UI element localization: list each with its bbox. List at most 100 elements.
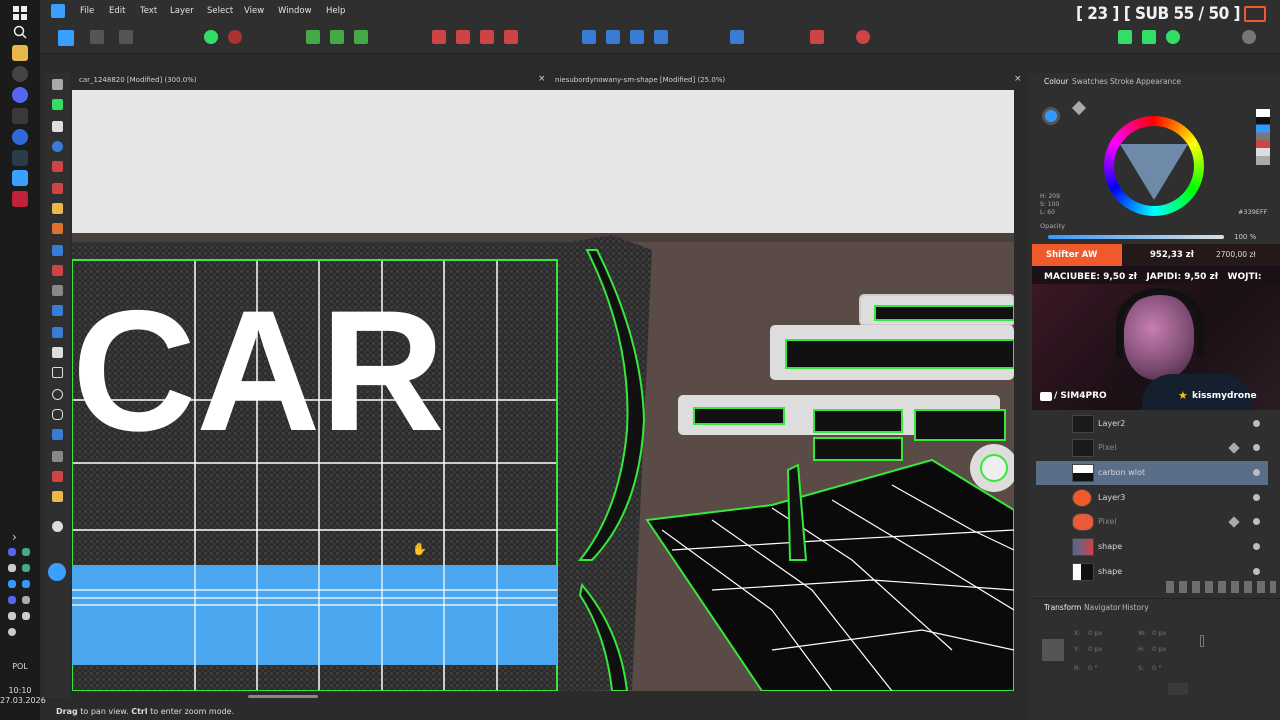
chevron-icon[interactable]: ›: [12, 530, 28, 546]
discord-icon[interactable]: [12, 87, 28, 103]
snapping-icon[interactable]: [228, 30, 242, 44]
volume-icon[interactable]: [22, 612, 30, 620]
menu-select[interactable]: Select: [207, 6, 233, 16]
move-tool-icon[interactable]: [52, 79, 63, 90]
text-tool-icon[interactable]: [52, 451, 63, 462]
menu-edit[interactable]: Edit: [109, 6, 125, 16]
menu-file[interactable]: File: [80, 6, 94, 16]
x-field[interactable]: 0 px: [1088, 629, 1102, 637]
system-clock[interactable]: 10:10 27.03.2026: [0, 686, 46, 706]
insert-icon-2[interactable]: [330, 30, 344, 44]
ellipse-tool-icon[interactable]: [52, 389, 63, 400]
tray-icon-6[interactable]: [22, 580, 30, 588]
layer-row[interactable]: Layer3: [1036, 486, 1268, 510]
crop-tool-icon[interactable]: [52, 347, 63, 358]
layer-visibility-icon[interactable]: [1253, 469, 1260, 476]
eyedropper-icon[interactable]: [1071, 100, 1087, 116]
tray-icon-2[interactable]: [22, 548, 30, 556]
tray-icon-9[interactable]: [8, 628, 16, 636]
pixel-persona-icon[interactable]: [90, 30, 104, 44]
layer-visibility-icon[interactable]: [1253, 420, 1260, 427]
fill-color-swatch[interactable]: [48, 563, 66, 581]
anchor-point-selector[interactable]: [1042, 639, 1064, 661]
menu-layer[interactable]: Layer: [170, 6, 194, 16]
layer-row-selected[interactable]: carbon wlot: [1036, 461, 1268, 485]
pen-tool-icon[interactable]: [52, 161, 63, 172]
tab-car-document[interactable]: car_1248820 [Modified] (300.0%): [79, 76, 197, 84]
tray-icon-5[interactable]: [8, 580, 16, 588]
align-icon[interactable]: [730, 30, 744, 44]
pixel-tool-icon[interactable]: [52, 285, 63, 296]
layer-visibility-icon[interactable]: [1253, 568, 1260, 575]
boolean-add-icon[interactable]: [432, 30, 446, 44]
place-image-icon[interactable]: [52, 327, 63, 338]
search-icon[interactable]: [12, 24, 28, 40]
tab-transform[interactable]: Transform: [1044, 603, 1081, 612]
insert-icon-3[interactable]: [354, 30, 368, 44]
designer-persona-icon[interactable]: [58, 30, 74, 46]
swatch-palette[interactable]: [1256, 109, 1270, 165]
windows-start-icon[interactable]: [12, 5, 28, 21]
tab-colour[interactable]: Colour: [1044, 77, 1068, 86]
fill-stroke-swatch[interactable]: [1042, 107, 1060, 125]
export-persona-icon[interactable]: [119, 30, 133, 44]
tab-swatches[interactable]: Swatches: [1072, 77, 1108, 86]
hex-value[interactable]: #339EFF: [1238, 208, 1267, 216]
artboard-tool-icon[interactable]: [52, 99, 63, 110]
brush-icon[interactable]: [1228, 442, 1240, 454]
layer-row[interactable]: Layer2: [1036, 412, 1268, 436]
layer-row[interactable]: Pixel: [1036, 436, 1268, 460]
layer-row[interactable]: Pixel: [1036, 510, 1268, 534]
snapping-toggle-icon[interactable]: [856, 30, 870, 44]
layer-visibility-icon[interactable]: [1253, 543, 1260, 550]
vector-brush-icon[interactable]: [52, 265, 63, 276]
network-icon[interactable]: [8, 612, 16, 620]
transparency-tool-icon[interactable]: [52, 305, 63, 316]
account-icon[interactable]: [1242, 30, 1256, 44]
transform-icon[interactable]: [810, 30, 824, 44]
quick-icon-1[interactable]: [1118, 30, 1132, 44]
app-icon-4[interactable]: [12, 150, 28, 166]
tab-navigator[interactable]: Navigator: [1084, 603, 1121, 612]
quick-icon-2[interactable]: [1142, 30, 1156, 44]
r-field[interactable]: 0 °: [1088, 664, 1097, 672]
color-picker-icon[interactable]: [52, 471, 63, 482]
brush-icon[interactable]: [1228, 516, 1240, 528]
measure-tool-icon[interactable]: [52, 491, 63, 502]
file-explorer-icon[interactable]: [12, 45, 28, 61]
app-icon-5[interactable]: [12, 191, 28, 207]
h-field[interactable]: 0 px: [1152, 645, 1166, 653]
tab-stroke[interactable]: Stroke: [1110, 77, 1134, 86]
brush-tool-icon[interactable]: [52, 203, 63, 214]
fill-tool-icon[interactable]: [52, 223, 63, 234]
menu-window[interactable]: Window: [278, 6, 312, 16]
rounded-rect-tool-icon[interactable]: [52, 409, 63, 420]
colour-triangle[interactable]: [1120, 144, 1188, 200]
language-indicator[interactable]: POL: [0, 662, 40, 671]
opacity-slider[interactable]: [1048, 235, 1224, 239]
tray-icon-7[interactable]: [8, 596, 16, 604]
pencil-tool-icon[interactable]: [52, 183, 63, 194]
zoom-tool-icon[interactable]: [52, 521, 63, 532]
close-tab-icon-2[interactable]: ×: [1014, 74, 1022, 84]
node-tool-icon[interactable]: [52, 121, 63, 132]
close-tab-icon[interactable]: ×: [538, 74, 546, 84]
tab-appearance[interactable]: Appearance: [1136, 77, 1181, 86]
layer-row[interactable]: shape: [1036, 535, 1268, 559]
arrange-forward-icon[interactable]: [630, 30, 644, 44]
y-field[interactable]: 0 px: [1088, 645, 1102, 653]
gradient-tool-icon[interactable]: [52, 245, 63, 256]
quick-icon-3[interactable]: [1166, 30, 1180, 44]
horizontal-scrollbar[interactable]: [72, 691, 1014, 702]
menu-text[interactable]: Text: [140, 6, 157, 16]
transform-options-icon[interactable]: [1168, 683, 1188, 695]
tray-icon-8[interactable]: [22, 596, 30, 604]
document-canvas[interactable]: CAR ✋: [72, 90, 1014, 691]
app-icon-2[interactable]: [12, 108, 28, 124]
insert-icon-1[interactable]: [306, 30, 320, 44]
affinity-taskbar-icon[interactable]: [12, 170, 28, 186]
flip-horizontal-icon[interactable]: [582, 30, 596, 44]
layer-visibility-icon[interactable]: [1253, 518, 1260, 525]
flip-vertical-icon[interactable]: [606, 30, 620, 44]
colour-wheel[interactable]: [1104, 116, 1204, 216]
